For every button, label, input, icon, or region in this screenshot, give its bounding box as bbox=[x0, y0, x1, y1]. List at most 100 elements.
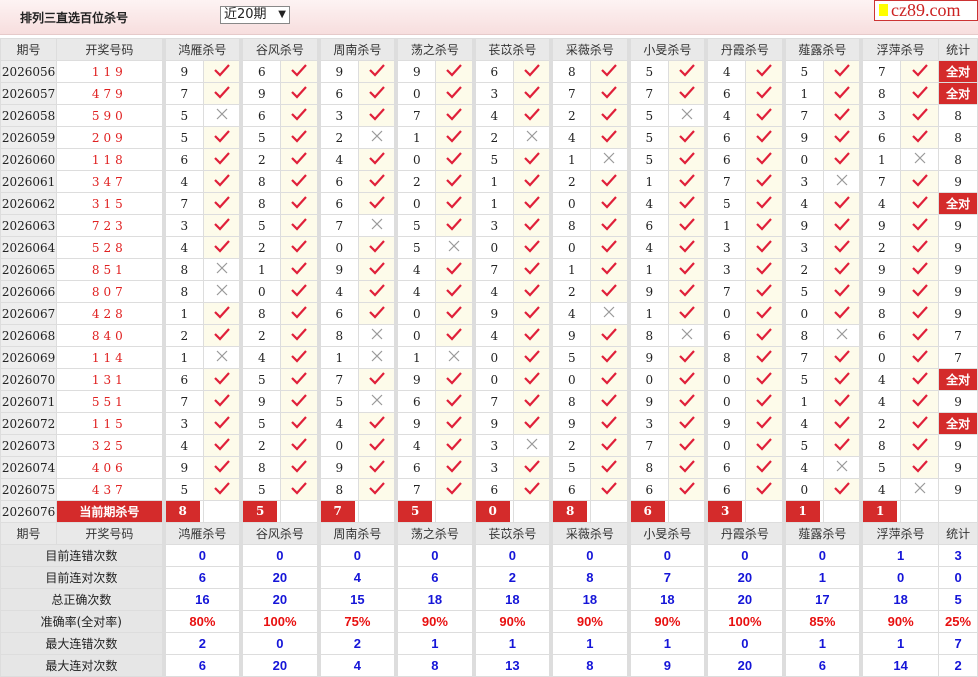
check-icon bbox=[435, 170, 475, 193]
check-icon bbox=[667, 368, 707, 391]
check-icon bbox=[213, 64, 230, 77]
check-icon bbox=[357, 434, 397, 457]
check-icon bbox=[446, 416, 462, 429]
kill-number-cell: 0 bbox=[781, 302, 824, 325]
table-row: 2026056 119 9 6 9 9 6 8 5 4 5 7 全对 bbox=[0, 60, 978, 83]
cross-icon bbox=[822, 324, 862, 347]
check-icon bbox=[368, 460, 385, 473]
check-icon bbox=[213, 460, 230, 473]
check-icon bbox=[213, 218, 230, 231]
stats-value: 1 bbox=[781, 566, 862, 589]
check-icon bbox=[822, 82, 862, 105]
check-icon bbox=[291, 174, 307, 187]
kill-number-cell: 2 bbox=[549, 104, 592, 127]
check-icon bbox=[900, 390, 940, 413]
check-icon bbox=[202, 390, 242, 413]
kill-number-cell: 4 bbox=[161, 170, 204, 193]
column-header-expert: 采薇杀号 bbox=[549, 38, 630, 61]
current-kill-value: 0 bbox=[477, 501, 510, 522]
site-logo[interactable]: cz89.com bbox=[874, 0, 978, 21]
draw-number-cell: 428 bbox=[56, 302, 165, 325]
draw-number-cell: 551 bbox=[56, 390, 165, 413]
check-icon bbox=[590, 390, 630, 413]
check-icon bbox=[512, 214, 552, 237]
check-icon bbox=[900, 280, 940, 303]
stats-value: 2 bbox=[161, 632, 242, 655]
kill-number-cell: 6 bbox=[161, 148, 204, 171]
kill-number-cell: 0 bbox=[394, 82, 437, 105]
kill-number-cell: 2 bbox=[316, 126, 359, 149]
column-header-period: 期号 bbox=[0, 38, 58, 61]
check-icon bbox=[756, 284, 772, 297]
check-icon bbox=[667, 280, 707, 303]
kill-number-cell: 0 bbox=[394, 324, 437, 347]
kill-number-cell: 3 bbox=[704, 258, 747, 281]
stat-cell: 9 bbox=[938, 170, 978, 193]
stats-value: 6 bbox=[161, 654, 242, 677]
kill-number-cell: 6 bbox=[704, 456, 747, 479]
check-icon bbox=[911, 284, 928, 297]
kill-number-cell: 7 bbox=[704, 280, 747, 303]
table-row: 2026071 551 7 9 5 6 7 8 9 0 1 4 9 bbox=[0, 390, 978, 413]
period-cell: 2026073 bbox=[0, 434, 58, 457]
period-cell: 2026069 bbox=[0, 346, 58, 369]
stats-value: 90% bbox=[394, 610, 475, 633]
cross-icon bbox=[371, 394, 382, 406]
check-icon bbox=[756, 416, 772, 429]
check-icon bbox=[756, 350, 772, 363]
kill-number-cell: 1 bbox=[859, 148, 902, 171]
check-icon bbox=[280, 236, 320, 259]
kill-number-cell: 1 bbox=[781, 82, 824, 105]
kill-number-cell: 5 bbox=[626, 126, 669, 149]
check-icon bbox=[368, 416, 385, 429]
check-icon bbox=[590, 434, 630, 457]
check-icon bbox=[446, 372, 462, 385]
kill-number-cell: 0 bbox=[239, 280, 282, 303]
check-icon bbox=[601, 438, 617, 451]
kill-number-cell: 7 bbox=[781, 104, 824, 127]
check-icon bbox=[523, 328, 540, 341]
stats-value: 16 bbox=[161, 588, 242, 611]
range-select[interactable]: 近20期 ▼ bbox=[220, 6, 290, 24]
check-icon bbox=[911, 438, 928, 451]
stats-value: 8 bbox=[549, 654, 630, 677]
cross-icon bbox=[435, 236, 475, 259]
check-icon bbox=[446, 86, 462, 99]
check-icon bbox=[202, 434, 242, 457]
check-icon bbox=[291, 372, 307, 385]
kill-number-cell: 1 bbox=[239, 258, 282, 281]
check-icon bbox=[368, 64, 385, 77]
kill-number-cell: 1 bbox=[316, 346, 359, 369]
kill-number-cell: 0 bbox=[704, 434, 747, 457]
stats-value: 1 bbox=[394, 632, 475, 655]
check-icon bbox=[435, 324, 475, 347]
check-icon bbox=[900, 346, 940, 369]
check-icon bbox=[756, 152, 772, 165]
check-icon bbox=[590, 236, 630, 259]
check-icon bbox=[291, 86, 307, 99]
period-cell: 2026070 bbox=[0, 368, 58, 391]
kill-number-cell: 7 bbox=[859, 170, 902, 193]
kill-number-cell: 0 bbox=[394, 192, 437, 215]
check-icon bbox=[291, 196, 307, 209]
check-icon bbox=[202, 236, 242, 259]
check-icon bbox=[512, 82, 552, 105]
cross-icon bbox=[681, 108, 692, 120]
check-icon bbox=[512, 302, 552, 325]
stats-value: 6 bbox=[394, 566, 475, 589]
check-icon bbox=[756, 306, 772, 319]
check-icon bbox=[368, 372, 385, 385]
kill-number-cell: 8 bbox=[859, 302, 902, 325]
check-icon bbox=[590, 60, 630, 83]
kill-number-cell: 3 bbox=[626, 412, 669, 435]
check-icon bbox=[202, 126, 242, 149]
check-icon bbox=[590, 412, 630, 435]
stats-label: 目前连错次数 bbox=[0, 544, 165, 567]
check-icon bbox=[368, 108, 385, 121]
check-icon bbox=[446, 262, 462, 275]
kill-number-cell: 6 bbox=[239, 60, 282, 83]
check-icon bbox=[833, 482, 850, 495]
column-header-expert: 薤露杀号 bbox=[781, 522, 862, 545]
check-icon bbox=[523, 460, 540, 473]
stat-cell: 9 bbox=[938, 478, 978, 501]
